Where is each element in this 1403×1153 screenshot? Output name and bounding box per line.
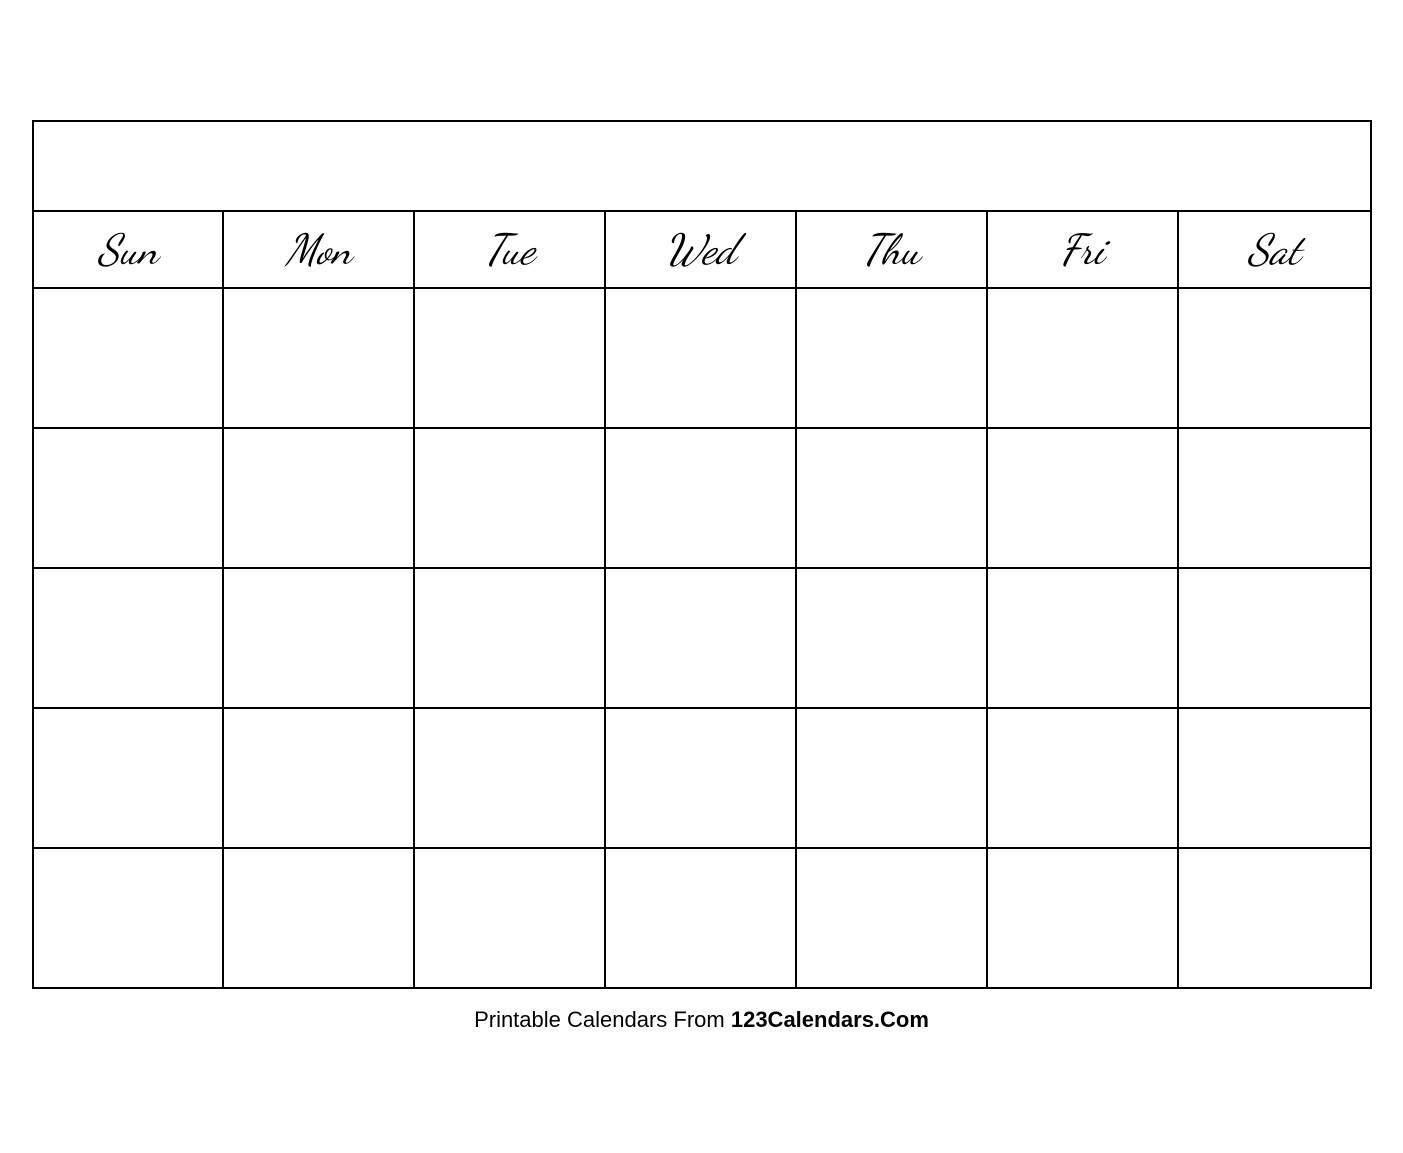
cell-1-6[interactable] [988,289,1179,427]
cell-1-3[interactable] [415,289,606,427]
calendar-row-2 [34,429,1370,569]
cell-5-7[interactable] [1179,849,1370,987]
header-tue: Tue [415,212,606,287]
calendar-row-3 [34,569,1370,709]
header-fri: Fri [988,212,1179,287]
header-sat: Sat [1179,212,1370,287]
cell-1-2[interactable] [224,289,415,427]
cell-3-3[interactable] [415,569,606,707]
cell-2-3[interactable] [415,429,606,567]
calendar-header-row: Sun Mon Tue Wed Thu Fri Sat [34,212,1370,289]
footer-text-bold: 123Calendars.Com [731,1007,929,1032]
cell-4-4[interactable] [606,709,797,847]
header-sun: Sun [34,212,225,287]
cell-2-6[interactable] [988,429,1179,567]
cell-2-1[interactable] [34,429,225,567]
cell-5-2[interactable] [224,849,415,987]
calendar-row-1 [34,289,1370,429]
header-thu: Thu [797,212,988,287]
cell-5-6[interactable] [988,849,1179,987]
footer-text-normal: Printable Calendars From [474,1007,731,1032]
header-wed: Wed [606,212,797,287]
cell-4-5[interactable] [797,709,988,847]
cell-2-4[interactable] [606,429,797,567]
cell-2-5[interactable] [797,429,988,567]
cell-3-7[interactable] [1179,569,1370,707]
cell-4-6[interactable] [988,709,1179,847]
cell-4-3[interactable] [415,709,606,847]
cell-4-1[interactable] [34,709,225,847]
calendar-row-5 [34,849,1370,987]
cell-3-4[interactable] [606,569,797,707]
cell-3-6[interactable] [988,569,1179,707]
page-wrapper: Sun Mon Tue Wed Thu Fri Sat [0,0,1403,1153]
cell-5-5[interactable] [797,849,988,987]
cell-1-7[interactable] [1179,289,1370,427]
header-mon: Mon [224,212,415,287]
cell-4-7[interactable] [1179,709,1370,847]
cell-1-5[interactable] [797,289,988,427]
calendar-title-row [34,122,1370,212]
calendar-row-4 [34,709,1370,849]
cell-3-5[interactable] [797,569,988,707]
cell-2-7[interactable] [1179,429,1370,567]
cell-1-4[interactable] [606,289,797,427]
cell-3-2[interactable] [224,569,415,707]
footer: Printable Calendars From 123Calendars.Co… [474,1007,929,1033]
cell-5-1[interactable] [34,849,225,987]
cell-3-1[interactable] [34,569,225,707]
cell-5-4[interactable] [606,849,797,987]
cell-2-2[interactable] [224,429,415,567]
calendar-container: Sun Mon Tue Wed Thu Fri Sat [32,120,1372,989]
calendar-body [34,289,1370,987]
cell-5-3[interactable] [415,849,606,987]
cell-4-2[interactable] [224,709,415,847]
cell-1-1[interactable] [34,289,225,427]
